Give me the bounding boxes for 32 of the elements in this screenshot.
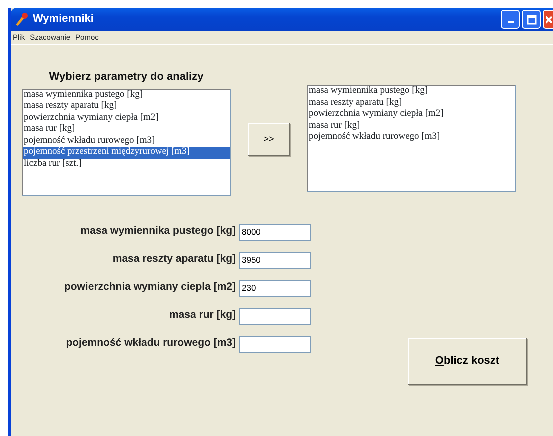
input-field[interactable]: 230 (239, 280, 311, 296)
minimize-button[interactable] (501, 10, 520, 29)
field-label: masa rur [kg] (168, 308, 236, 324)
field-label: masa reszty aparatu [kg] (112, 252, 236, 268)
list-heading: Wybierz parametry do analizy (48, 70, 205, 85)
input-field[interactable] (239, 308, 311, 324)
list-item[interactable]: masa rur [kg] (308, 120, 515, 132)
field-label: powierzchnia wymiany ciepla [m2] (63, 280, 236, 296)
list-item[interactable]: pojemność wkładu rurowego [m3] (23, 136, 230, 147)
list-item[interactable]: pojemność przestrzeni międzyrurowej [m3] (23, 147, 230, 158)
list-item[interactable]: masa wymiennika pustego [kg] (23, 90, 230, 101)
calculate-button[interactable]: Oblicz koszt (408, 338, 527, 384)
maximize-icon (526, 14, 536, 24)
window-title: Wymienniki (33, 12, 95, 28)
list-item[interactable]: masa rur [kg] (23, 124, 230, 136)
input-field[interactable]: 8000 (239, 224, 311, 240)
app-icon (14, 12, 29, 27)
add-button[interactable]: >> (248, 123, 290, 156)
input-field[interactable] (239, 336, 311, 352)
list-item[interactable]: pojemność wkładu rurowego [m3] (308, 132, 515, 144)
list-item[interactable]: masa wymiennika pustego [kg] (308, 86, 515, 98)
input-field[interactable]: 3950 (239, 252, 311, 268)
close-button[interactable] (543, 10, 553, 29)
list-item[interactable]: masa reszty aparatu [kg] (308, 98, 515, 109)
close-icon (546, 14, 552, 24)
field-label: masa wymiennika pustego [kg] (80, 224, 236, 240)
list-item[interactable]: liczba rur [szt.] (23, 158, 230, 170)
list-item[interactable]: powierzchnia wymiany ciepła [m2] (23, 112, 230, 124)
list-item[interactable]: masa reszty aparatu [kg] (23, 101, 230, 112)
field-label: pojemność wkładu rurowego [m3] (65, 336, 236, 352)
list-item[interactable]: powierzchnia wymiany ciepła [m2] (308, 109, 515, 120)
maximize-button[interactable] (522, 10, 541, 29)
